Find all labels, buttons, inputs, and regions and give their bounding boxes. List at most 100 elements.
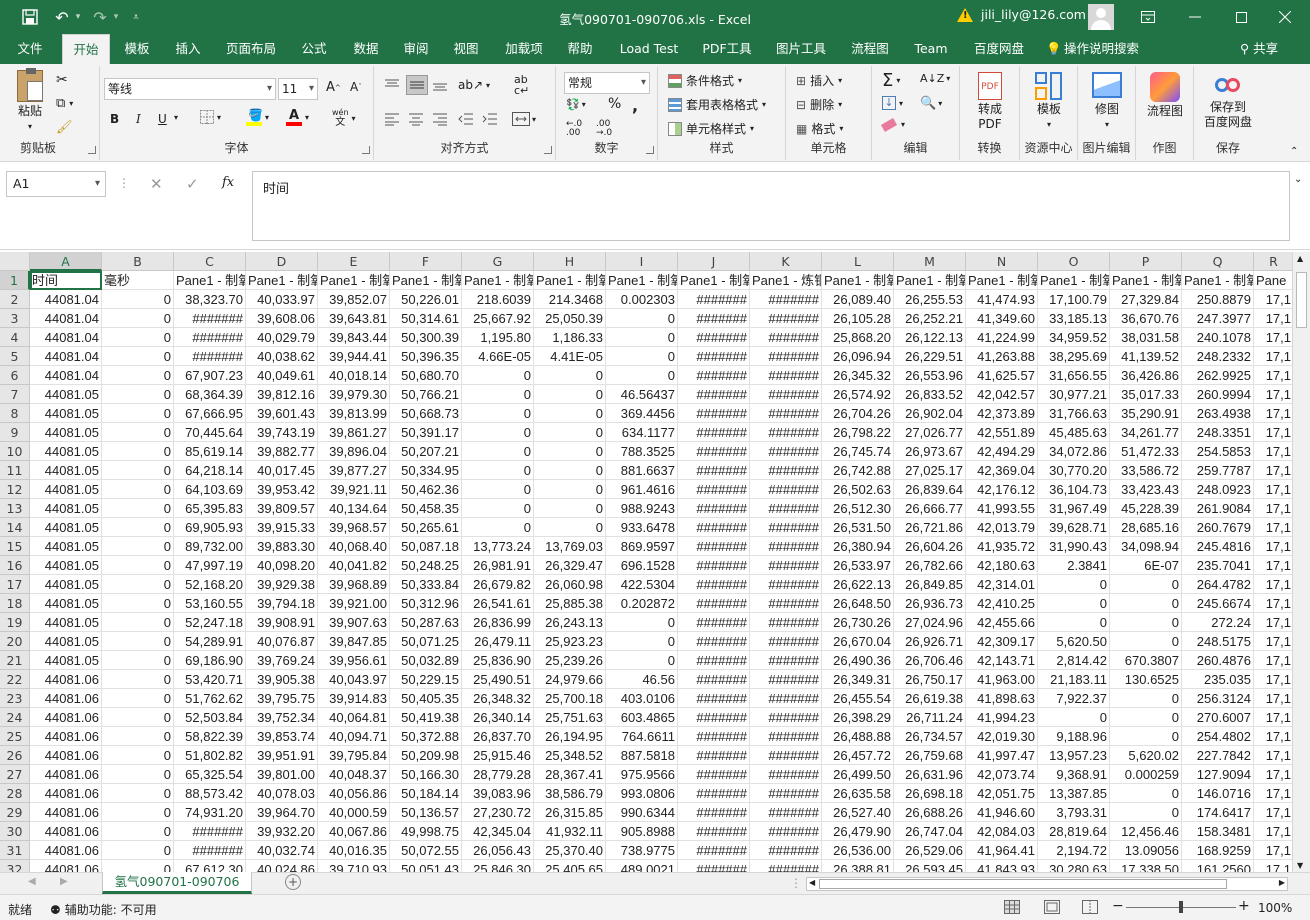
cell[interactable]: 39,794.18 <box>246 594 318 613</box>
cell[interactable]: 33,586.72 <box>1110 461 1182 480</box>
cell[interactable]: 47,997.19 <box>174 556 246 575</box>
cell[interactable]: 1,186.33 <box>534 328 606 347</box>
cell[interactable]: 42,143.71 <box>966 651 1038 670</box>
cell[interactable]: 2.3841 <box>1038 556 1110 575</box>
cell[interactable]: 17,1 <box>1254 385 1292 404</box>
cell[interactable]: 3,793.31 <box>1038 803 1110 822</box>
cell[interactable]: 44081.05 <box>30 537 102 556</box>
row-header[interactable]: 1 <box>0 271 30 290</box>
formula-input[interactable]: 时间 <box>252 171 1290 241</box>
column-header[interactable]: L <box>822 252 894 271</box>
cell[interactable]: 69,905.93 <box>174 518 246 537</box>
cell[interactable]: 17,1 <box>1254 480 1292 499</box>
cell[interactable]: 26,747.04 <box>894 822 966 841</box>
cell[interactable]: 50,166.30 <box>390 765 462 784</box>
cell[interactable]: 0 <box>102 594 174 613</box>
paste-button[interactable]: 粘贴 ▾ <box>10 68 50 134</box>
cell[interactable]: 50,287.63 <box>390 613 462 632</box>
cell[interactable]: ####### <box>174 822 246 841</box>
cell[interactable]: ####### <box>678 841 750 860</box>
cell[interactable]: 25,667.92 <box>462 309 534 328</box>
cell[interactable]: 41,474.93 <box>966 290 1038 309</box>
cell[interactable]: 17,1 <box>1254 366 1292 385</box>
cell[interactable]: ####### <box>678 423 750 442</box>
accessibility-status[interactable]: ⚉ 辅助功能: 不可用 <box>50 901 157 918</box>
tell-me-search[interactable]: 💡 操作说明搜索 <box>1046 34 1156 64</box>
cell[interactable]: ####### <box>678 822 750 841</box>
cell[interactable]: ####### <box>750 366 822 385</box>
cell[interactable]: 49,998.75 <box>390 822 462 841</box>
cell[interactable]: 26,926.71 <box>894 632 966 651</box>
vertical-scrollbar[interactable]: ▲ ▼ <box>1292 252 1310 872</box>
cell[interactable]: 39,628.71 <box>1038 518 1110 537</box>
tab-team[interactable]: Team <box>906 34 956 64</box>
cell[interactable]: ####### <box>750 442 822 461</box>
cell[interactable]: 50,300.39 <box>390 328 462 347</box>
cell[interactable]: 933.6478 <box>606 518 678 537</box>
cell[interactable]: 26,635.58 <box>822 784 894 803</box>
cell[interactable]: ####### <box>678 556 750 575</box>
cell[interactable]: 34,072.86 <box>1038 442 1110 461</box>
cell[interactable]: 26,479.11 <box>462 632 534 651</box>
column-header[interactable]: E <box>318 252 390 271</box>
cell[interactable]: ####### <box>750 670 822 689</box>
name-box[interactable]: A1 <box>6 171 106 197</box>
cell[interactable]: 0 <box>606 309 678 328</box>
cell[interactable]: 38,295.69 <box>1038 347 1110 366</box>
header-cell[interactable]: Pane1 - 制氧 <box>822 271 894 290</box>
row-header[interactable]: 27 <box>0 765 30 784</box>
redo-dropdown-icon[interactable]: ▾ <box>110 0 122 34</box>
cell[interactable]: 88,573.42 <box>174 784 246 803</box>
cell[interactable]: 50,072.55 <box>390 841 462 860</box>
cell[interactable]: 26,455.54 <box>822 689 894 708</box>
conditional-formatting-button[interactable]: 条件格式 ▾ <box>668 72 742 89</box>
column-header[interactable]: F <box>390 252 462 271</box>
cell[interactable]: 50,333.84 <box>390 575 462 594</box>
cell[interactable]: 0 <box>102 518 174 537</box>
cell[interactable]: 54,289.91 <box>174 632 246 651</box>
cell[interactable]: 0 <box>534 385 606 404</box>
orientation-icon[interactable]: ab↗ ▾ <box>458 78 490 92</box>
cell[interactable]: 7,922.37 <box>1038 689 1110 708</box>
header-cell[interactable]: Pane1 - 制氧 <box>318 271 390 290</box>
cell[interactable]: 0 <box>1110 613 1182 632</box>
cell[interactable]: 17,1 <box>1254 632 1292 651</box>
cell[interactable]: 26,833.52 <box>894 385 966 404</box>
cell[interactable]: 788.3525 <box>606 442 678 461</box>
cell[interactable]: 41,946.60 <box>966 803 1038 822</box>
cell[interactable]: 28,367.41 <box>534 765 606 784</box>
cell[interactable]: 44081.04 <box>30 366 102 385</box>
column-header[interactable]: A <box>30 252 102 271</box>
cell[interactable]: 17,1 <box>1254 594 1292 613</box>
redo-icon[interactable]: ↷ <box>88 0 112 34</box>
cell[interactable]: ####### <box>750 651 822 670</box>
row-header[interactable]: 20 <box>0 632 30 651</box>
cell[interactable]: 39,877.27 <box>318 461 390 480</box>
cell[interactable]: 9,188.96 <box>1038 727 1110 746</box>
insert-cells-button[interactable]: ⊞ 插入 ▾ <box>796 72 842 89</box>
header-cell[interactable]: Pane1 - 制氧 <box>1038 271 1110 290</box>
cell[interactable]: 17,1 <box>1254 537 1292 556</box>
cell[interactable]: 40,056.86 <box>318 784 390 803</box>
row-header[interactable]: 2 <box>0 290 30 309</box>
column-header[interactable]: D <box>246 252 318 271</box>
cell[interactable]: 240.1078 <box>1182 328 1254 347</box>
merge-center-icon[interactable]: ▾ <box>512 112 536 126</box>
cell[interactable]: 0 <box>1110 708 1182 727</box>
header-cell[interactable]: Pane1 - 制氧 <box>966 271 1038 290</box>
row-header[interactable]: 21 <box>0 651 30 670</box>
cell[interactable]: 25,700.18 <box>534 689 606 708</box>
cell[interactable]: 245.4816 <box>1182 537 1254 556</box>
tab-templates[interactable]: 模板 <box>114 34 160 64</box>
column-header[interactable]: R <box>1254 252 1292 271</box>
cell[interactable]: 44081.05 <box>30 651 102 670</box>
cell[interactable]: 44081.04 <box>30 328 102 347</box>
align-left-icon[interactable] <box>384 112 400 126</box>
cell[interactable]: 36,426.86 <box>1110 366 1182 385</box>
cell[interactable]: 39,853.74 <box>246 727 318 746</box>
cancel-icon[interactable]: ✕ <box>150 175 163 193</box>
undo-icon[interactable]: ↶ <box>50 0 74 34</box>
cell[interactable]: 174.6417 <box>1182 803 1254 822</box>
cell[interactable]: 50,419.38 <box>390 708 462 727</box>
cell[interactable]: 0 <box>102 290 174 309</box>
